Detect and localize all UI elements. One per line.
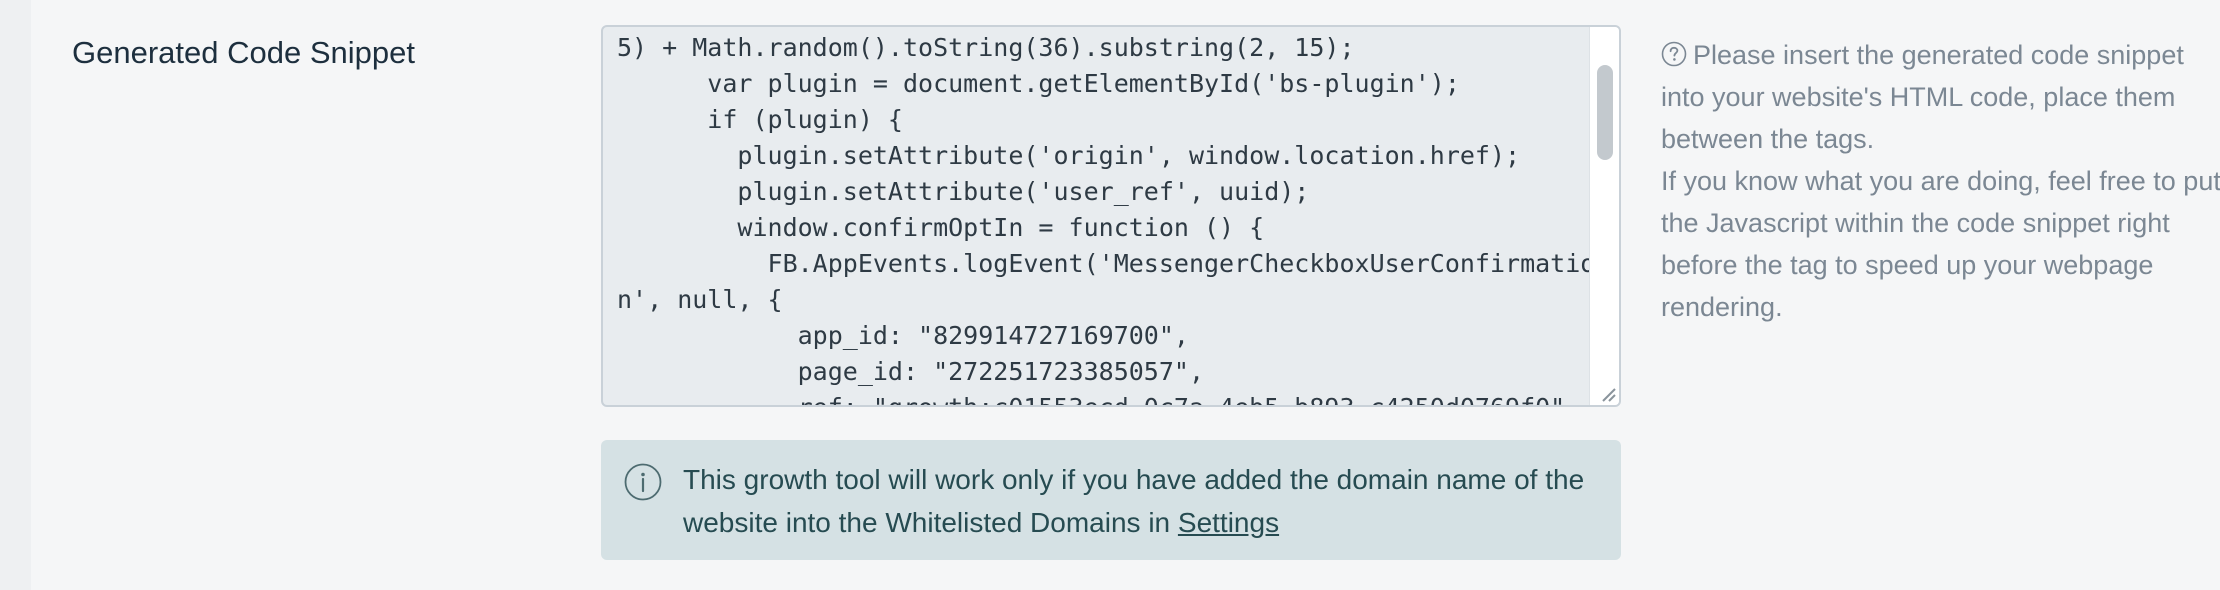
settings-panel: Generated Code Snippet 5) + Math.random(… [31, 0, 2220, 590]
code-line: if (plugin) { [617, 105, 903, 134]
notice-message: This growth tool will work only if you h… [683, 464, 1585, 538]
code-line: window.confirmOptIn = function () { [617, 213, 1265, 242]
help-paragraph-1: Please insert the generated code snippet… [1661, 34, 2220, 160]
code-line: n', null, { [617, 285, 783, 314]
code-line: var plugin = document.getElementById('bs… [617, 69, 1460, 98]
help-paragraph-2: If you know what you are doing, feel fre… [1661, 166, 2220, 322]
question-circle-icon [1661, 41, 1687, 67]
help-paragraph-1-text: Please insert the generated code snippet… [1661, 40, 2184, 154]
code-scrollbar[interactable] [1589, 27, 1619, 405]
settings-link[interactable]: Settings [1178, 507, 1279, 538]
code-line: 5) + Math.random().toString(36).substrin… [617, 33, 1355, 62]
code-line: FB.AppEvents.logEvent('MessengerCheckbox… [617, 249, 1596, 278]
code-snippet-content[interactable]: 5) + Math.random().toString(36).substrin… [617, 30, 1596, 405]
code-line: ref: "growth:c01553ecd-0c7a-4eb5-b893-c4… [617, 390, 1581, 405]
help-text: Please insert the generated code snippet… [1661, 34, 2220, 328]
code-line: app_id: "829914727169700", [617, 321, 1189, 350]
page-side-strip [0, 0, 31, 590]
resize-grip-icon[interactable] [1597, 383, 1617, 403]
info-circle-icon [624, 463, 662, 501]
field-label-generated-code-snippet: Generated Code Snippet [72, 35, 415, 70]
code-line: plugin.setAttribute('origin', window.loc… [617, 141, 1521, 170]
code-line: plugin.setAttribute('user_ref', uuid); [617, 177, 1310, 206]
code-snippet-textarea[interactable]: 5) + Math.random().toString(36).substrin… [601, 25, 1621, 407]
code-scrollbar-thumb[interactable] [1597, 65, 1613, 160]
whitelist-notice: This growth tool will work only if you h… [601, 440, 1621, 560]
code-line: page_id: "272251723385057", [617, 357, 1204, 386]
whitelist-notice-text: This growth tool will work only if you h… [683, 458, 1603, 544]
